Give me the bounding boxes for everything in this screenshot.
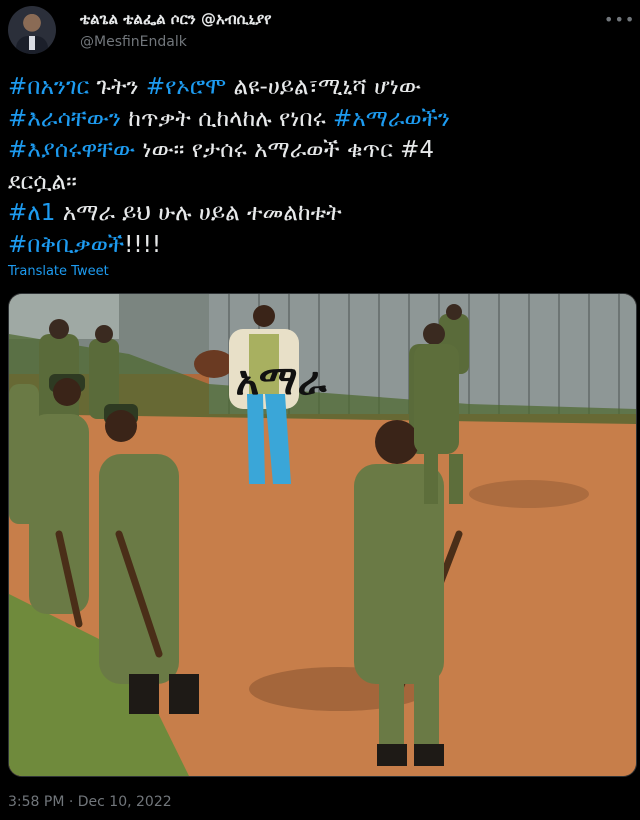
hashtag-link[interactable]: #በአንገር — [8, 74, 89, 100]
hashtag-link[interactable]: #እያሰሩዋቸው — [8, 137, 135, 163]
author-handle[interactable]: @MesfinEndalk — [80, 34, 187, 50]
tweet-text-line: #በቅቢቃወች!!!! — [8, 230, 628, 262]
hashtag-link[interactable]: #እራሳቸውን — [8, 106, 121, 132]
tweet-text-segment: !!!! — [124, 231, 162, 258]
avatar[interactable] — [8, 6, 56, 54]
author-display-name[interactable]: ቴልጌል ቴልፌል ሶርን @አብሲኒያየ — [80, 10, 272, 28]
tweet-text-segment: አማራ ይህ ሁሉ ሀይል ተመልከቱት — [55, 200, 342, 226]
tweet-text-segment: ከጥቃት ሲከላከሉ የነበሩ — [120, 105, 333, 132]
hashtag-link[interactable]: #ለ1 — [8, 200, 55, 226]
hashtag-link[interactable]: #የኦሮሞ — [146, 74, 226, 100]
tweet-text-line: ደርሷል። — [8, 167, 628, 199]
photo-illustration: አማራ — [9, 294, 636, 776]
tweet-text-line: #እያሰሩዋቸው ነው። የታሰሩ አማራወች ቁጥር #4 — [8, 135, 628, 167]
tweet-text-segment: ጉትን — [89, 74, 146, 100]
hashtag-link[interactable]: #አማራወችን — [333, 106, 450, 132]
hashtag-link[interactable]: #በቅቢቃወች — [8, 232, 124, 258]
avatar-shirt — [29, 36, 35, 50]
tweet-text-line: #ለ1 አማራ ይህ ሁሉ ሀይል ተመልከቱት — [8, 198, 628, 230]
tweet-header: ቴልጌል ቴልፌል ሶርን @አብሲኒያየ @MesfinEndalk ••• — [8, 6, 634, 58]
translate-tweet-link[interactable]: Translate Tweet — [8, 264, 109, 279]
media-overlay-text: አማራ — [236, 358, 328, 404]
tweet-text-segment: ደርሷል። — [8, 168, 77, 195]
tweet-text-line: #በአንገር ጉትን #የኦሮሞ ልዩ-ሀይል፣ሚኒሻ ሆነው — [8, 72, 628, 104]
tweet-media-photo[interactable]: አማራ — [8, 293, 637, 777]
tweet-timestamp[interactable]: 3:58 PM · Dec 10, 2022 — [8, 794, 172, 810]
tweet-text-segment: ነው። የታሰሩ አማራወች ቁጥር #4 — [135, 137, 435, 163]
more-horizontal-icon[interactable]: ••• — [604, 10, 634, 30]
tweet-text-line: #እራሳቸውን ከጥቃት ሲከላከሉ የነበሩ #አማራወችን — [8, 104, 628, 136]
tweet-text-segment: ልዩ-ሀይል፣ሚኒሻ ሆነው — [226, 74, 421, 100]
tweet-text: #በአንገር ጉትን #የኦሮሞ ልዩ-ሀይል፣ሚኒሻ ሆነው #እራሳቸውን ከ… — [8, 72, 628, 261]
